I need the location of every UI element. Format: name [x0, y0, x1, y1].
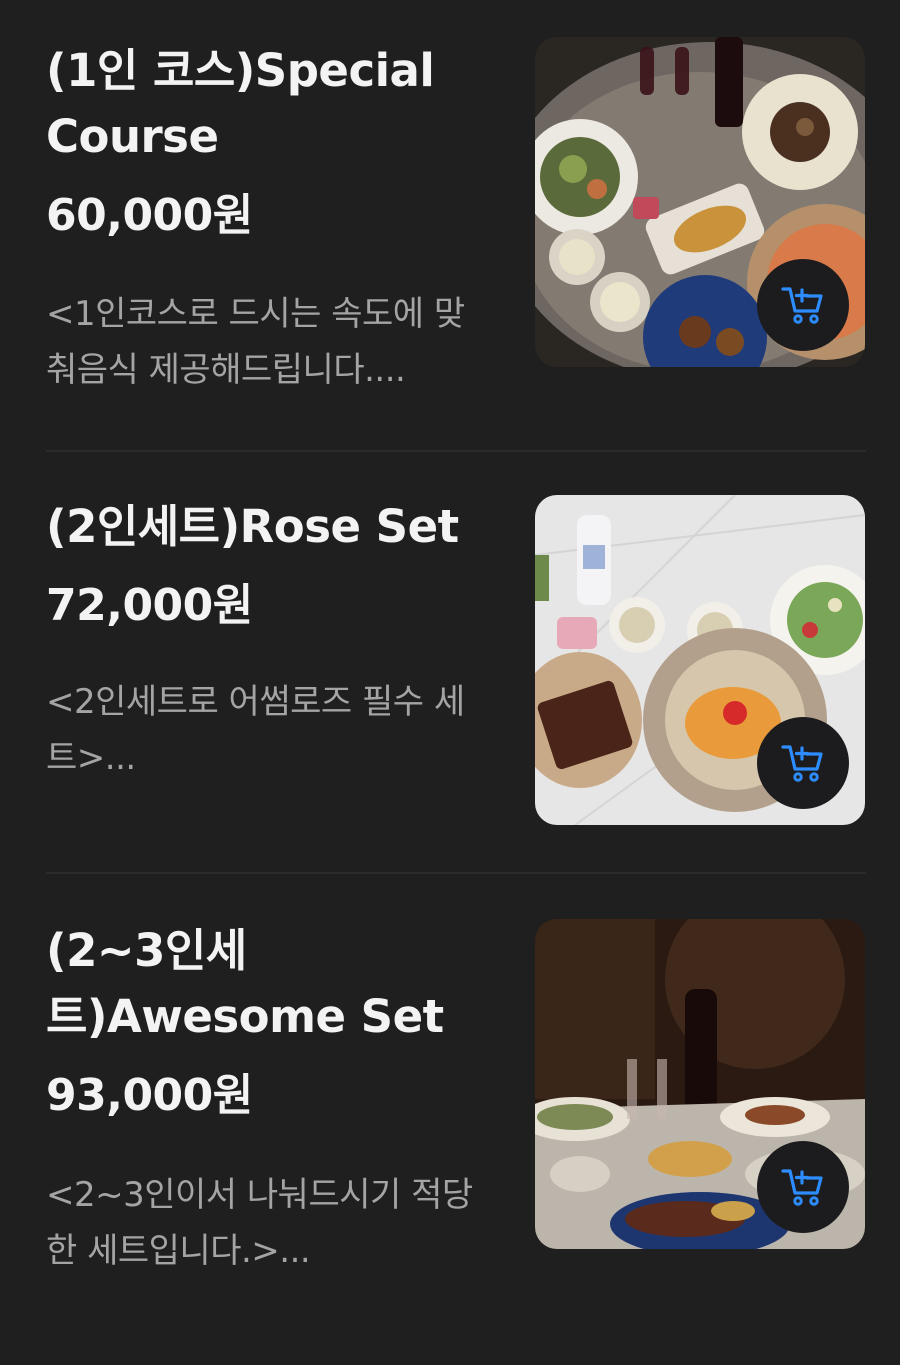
item-photo[interactable] [535, 37, 865, 367]
item-photo[interactable] [535, 495, 865, 825]
menu-list: (1인 코스)Special Course 60,000원 <1인코스로 드시는… [0, 0, 900, 1365]
item-title: (2~3인세트)Awesome Set [46, 924, 444, 1043]
add-to-cart-button[interactable] [757, 1141, 849, 1233]
item-description: <2인세트로 어썸로즈 필수 세트>... [46, 682, 465, 778]
add-to-cart-icon [781, 745, 823, 782]
menu-item-special-course[interactable]: (1인 코스)Special Course 60,000원 <1인코스로 드시는… [0, 0, 900, 460]
item-title: (2인세트)Rose Set [46, 500, 459, 553]
divider [46, 450, 866, 452]
add-to-cart-button[interactable] [757, 717, 849, 809]
item-description: <1인코스로 드시는 속도에 맞춰음식 제공해드립니다.... [46, 294, 465, 390]
menu-item-rose-set[interactable]: (2인세트)Rose Set 72,000원 <2인세트로 어썸로즈 필수 세트… [0, 460, 900, 880]
add-to-cart-icon [781, 287, 823, 324]
add-to-cart-button[interactable] [757, 259, 849, 351]
item-title: (1인 코스)Special Course [46, 44, 435, 163]
item-photo[interactable] [535, 919, 865, 1249]
item-description: <2~3인이서 나눠드시기 적당한 세트입니다.>... [46, 1175, 473, 1271]
item-price: 93,000원 [46, 1070, 253, 1121]
add-to-cart-icon [781, 1169, 823, 1206]
item-price: 60,000원 [46, 190, 253, 241]
menu-item-awesome-set[interactable]: (2~3인세트)Awesome Set 93,000원 <2~3인이서 나눠드시… [0, 880, 900, 1365]
item-price: 72,000원 [46, 580, 253, 631]
divider [46, 872, 866, 874]
